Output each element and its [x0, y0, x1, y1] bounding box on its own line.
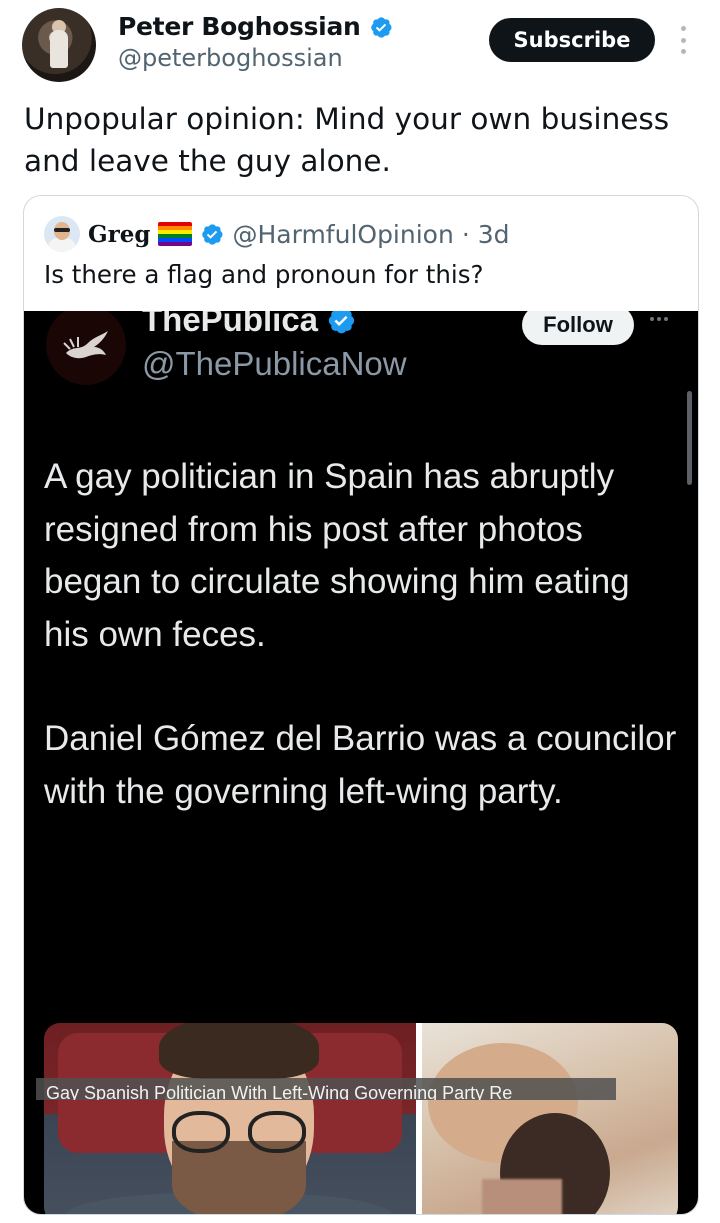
publica-handle: @ThePublicaNow [142, 345, 407, 382]
author-avatar[interactable] [22, 8, 96, 82]
quoted-timestamp[interactable]: · 3d [462, 220, 510, 249]
author-handle[interactable]: @peterboghossian [118, 44, 343, 72]
photo-glasses-shape [172, 1111, 230, 1153]
verified-icon [328, 311, 355, 334]
quoted-author-row: Greg @HarmfulOpinion · 3d [44, 216, 509, 252]
media-caption: Gay Spanish Politician With Left-Wing Go… [36, 1078, 616, 1100]
author-name-row: Peter Boghossian [118, 12, 393, 41]
quoted-tweet-card[interactable]: Greg @HarmfulOpinion · 3d Is there a fla… [23, 195, 699, 1215]
verified-icon [370, 16, 392, 38]
more-dot [680, 37, 686, 43]
more-vertical-icon[interactable] [676, 26, 690, 54]
tweet-text: Unpopular opinion: Mind your own busines… [24, 102, 670, 178]
more-dot [657, 317, 661, 321]
scrollbar-thumb [687, 391, 692, 485]
more-dot [664, 317, 668, 321]
publica-post-text: A gay politician in Spain has abruptly r… [44, 451, 684, 870]
author-name[interactable]: Peter Boghossian [118, 12, 361, 41]
griffin-logo-icon [63, 331, 108, 359]
tweet-header: Peter Boghossian @peterboghossian Subscr… [0, 0, 720, 95]
quoted-tweet-text: Is there a flag and pronoun for this? [44, 260, 484, 289]
publica-name: ThePublica [142, 311, 319, 338]
photo-pixelated-shape [482, 1179, 562, 1214]
quoted-author-name[interactable]: Greg [88, 221, 150, 248]
politician-photo [44, 1023, 416, 1214]
quoted-author-avatar[interactable] [44, 216, 80, 252]
blurred-photo [422, 1023, 678, 1214]
publica-name-row: ThePublica [142, 311, 356, 339]
more-dot [680, 26, 686, 31]
subscribe-button[interactable]: Subscribe [489, 18, 655, 62]
more-dot [650, 317, 654, 321]
quoted-author-handle[interactable]: @HarmfulOpinion [232, 220, 453, 249]
publica-paragraph: A gay politician in Spain has abruptly r… [44, 457, 630, 654]
photo-hair-shape [159, 1023, 319, 1079]
verified-icon [202, 224, 223, 245]
publica-avatar [46, 311, 126, 385]
more-horizontal-icon [650, 317, 668, 321]
avatar-glasses-shape [54, 228, 70, 232]
avatar-shirt-shape [48, 238, 76, 252]
rainbow-flag-icon [158, 222, 193, 246]
more-dot [680, 49, 686, 54]
post-media [44, 1023, 678, 1214]
follow-button: Follow [522, 311, 634, 345]
avatar-figure-shape [50, 30, 68, 68]
photo-glasses-shape [248, 1111, 306, 1153]
publica-paragraph: Daniel Gómez del Barrio was a councilor … [44, 719, 677, 811]
